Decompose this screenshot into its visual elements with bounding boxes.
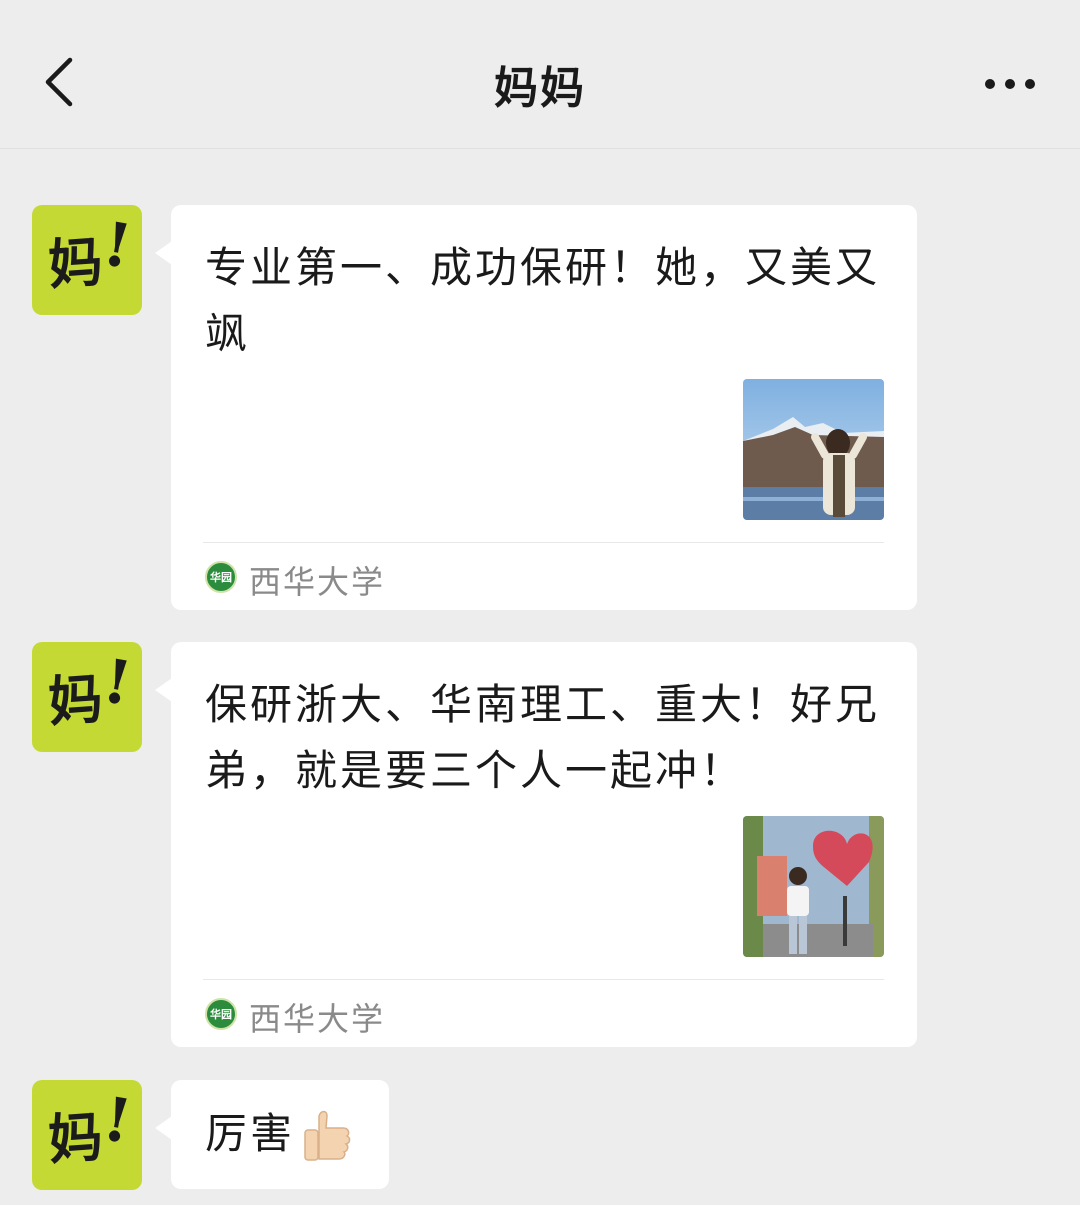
- avatar[interactable]: 妈 !: [32, 642, 142, 752]
- logo-text: 华园: [210, 571, 232, 584]
- avatar-text: 妈: [46, 229, 105, 297]
- avatar-bang: !: [98, 1084, 137, 1158]
- article-title: 保研浙大、华南理工、重大！好兄弟，就是要三个人一起冲！: [205, 680, 881, 795]
- photo-woman-mountain: [743, 379, 884, 520]
- university-logo-icon: 华园: [205, 561, 237, 593]
- avatar[interactable]: 妈 !: [32, 205, 142, 315]
- message-row: 妈 ! 厉害: [32, 1080, 1032, 1190]
- logo-text: 华园: [210, 1008, 232, 1021]
- message-row: 妈 ! 专业第一、成功保研！她，又美又飒 华园 西华大学: [32, 205, 1032, 610]
- photo-man-heart-sign: [743, 816, 884, 957]
- message-row: 妈 ! 保研浙大、华南理工、重大！好兄弟，就是要三个人一起冲！ 华园 西华大学: [32, 642, 1032, 1047]
- source-name: 西华大学: [249, 1000, 386, 1038]
- avatar[interactable]: 妈 !: [32, 1080, 142, 1190]
- avatar-bang: !: [98, 646, 137, 720]
- more-dots-icon: [985, 79, 1035, 89]
- thumbs-up-icon: [304, 1110, 351, 1161]
- avatar-text: 妈: [46, 666, 105, 734]
- source-name: 西华大学: [249, 563, 386, 601]
- article-card[interactable]: 专业第一、成功保研！她，又美又飒 华园 西华大学: [155, 205, 917, 610]
- article-card[interactable]: 保研浙大、华南理工、重大！好兄弟，就是要三个人一起冲！ 华园 西华大学: [155, 642, 917, 1047]
- text-message-bubble[interactable]: 厉害: [155, 1080, 389, 1189]
- card-divider: [203, 979, 884, 980]
- message-text: 厉害: [205, 1109, 296, 1158]
- article-title: 专业第一、成功保研！她，又美又飒: [205, 243, 881, 358]
- article-thumbnail: [743, 379, 884, 520]
- more-button[interactable]: [980, 64, 1040, 104]
- avatar-text: 妈: [46, 1104, 105, 1172]
- chat-header: 妈妈: [0, 0, 1080, 149]
- article-thumbnail: [743, 816, 884, 957]
- university-logo-icon: 华园: [205, 998, 237, 1030]
- avatar-bang: !: [98, 209, 137, 283]
- card-divider: [203, 542, 884, 543]
- chat-title: 妈妈: [494, 63, 586, 114]
